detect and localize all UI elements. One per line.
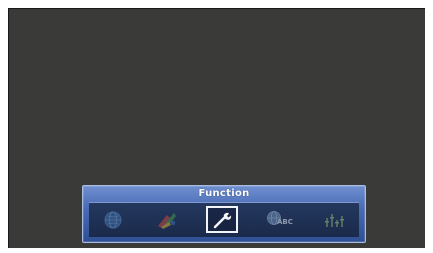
menu-item-language[interactable]: ABC (263, 206, 295, 233)
audio-equalizer-icon (322, 209, 348, 231)
wrench-icon (211, 210, 233, 230)
tv-screen: Function ABC (8, 8, 425, 248)
menu-title: Function (198, 188, 250, 199)
language-abc-text: ABC (277, 218, 293, 226)
menu-item-sound[interactable] (319, 206, 351, 233)
menu-icon-strip: ABC (89, 202, 359, 237)
globe-icon (102, 209, 124, 231)
tv-frame: Function ABC (0, 0, 433, 253)
menu-item-globe[interactable] (97, 206, 129, 233)
function-menu-panel: Function ABC (82, 185, 366, 243)
menu-item-setup[interactable] (206, 206, 238, 233)
menu-item-picture[interactable] (151, 206, 183, 233)
picture-adjust-icon (155, 209, 179, 231)
